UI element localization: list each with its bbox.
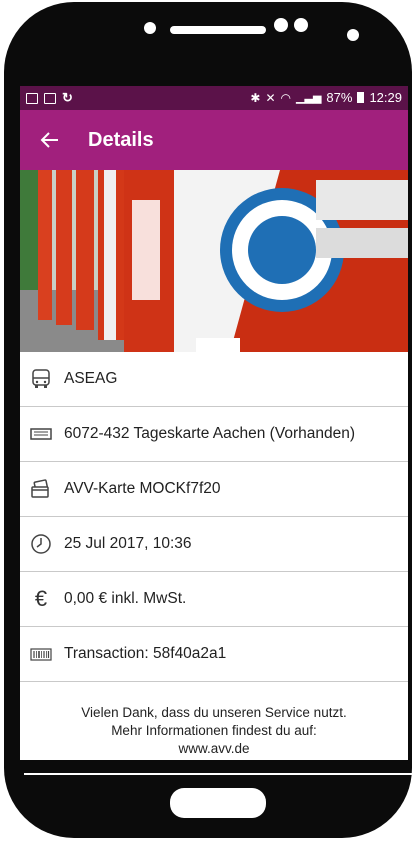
- footer-info: Mehr Informationen findest du auf:: [111, 723, 317, 738]
- clock-time: 12:29: [369, 90, 402, 105]
- footer-link[interactable]: www.avv.de: [20, 740, 408, 758]
- operator-name: ASEAG: [64, 370, 118, 387]
- back-arrow-icon[interactable]: [38, 128, 62, 152]
- wifi-icon: ◠: [280, 90, 292, 105]
- status-bar: ↻ ✱ ✕ ◠ ▁▃▅ 87% 12:29: [20, 86, 408, 110]
- home-button[interactable]: [170, 788, 266, 818]
- signal-icon: ▁▃▅: [296, 92, 322, 104]
- euro-icon: €: [34, 586, 48, 611]
- list-item: 6072-432 Tageskarte Aachen (Vorhanden): [20, 407, 408, 462]
- list-item: € 0,00 € inkl. MwSt.: [20, 572, 408, 627]
- battery-percent: 87%: [326, 90, 353, 105]
- bus-photo: [20, 170, 408, 352]
- app-screen: ↻ ✱ ✕ ◠ ▁▃▅ 87% 12:29 Details ASEAG 6072…: [20, 86, 408, 760]
- image-notification-icon: [26, 92, 38, 104]
- earpiece-speaker: [170, 26, 266, 34]
- transaction-id: Transaction: 58f40a2a1: [64, 645, 227, 662]
- ticket-name: 6072-432 Tageskarte Aachen (Vorhanden): [64, 425, 355, 442]
- bezel-line: [24, 773, 412, 775]
- sync-notification-icon: ↻: [62, 90, 73, 105]
- bluetooth-icon: ✱: [250, 90, 261, 105]
- list-item: AVV-Karte MOCKf7f20: [20, 462, 408, 517]
- app-bar: Details: [20, 110, 408, 170]
- front-camera: [274, 18, 288, 32]
- card-number: AVV-Karte MOCKf7f20: [64, 480, 221, 497]
- clock-icon: [28, 531, 54, 557]
- page-title: Details: [88, 129, 154, 151]
- footer-thanks: Vielen Dank, dass du unseren Service nut…: [81, 705, 347, 720]
- card-icon: [28, 476, 54, 502]
- purchase-date: 25 Jul 2017, 10:36: [64, 535, 192, 552]
- barcode-icon: [28, 641, 54, 667]
- list-item: 25 Jul 2017, 10:36: [20, 517, 408, 572]
- details-list: ASEAG 6072-432 Tageskarte Aachen (Vorhan…: [20, 352, 408, 682]
- sensor-dot: [144, 22, 156, 34]
- bus-icon: [28, 366, 54, 392]
- ticket-icon: [28, 421, 54, 447]
- footer-note: Vielen Dank, dass du unseren Service nut…: [20, 704, 408, 758]
- proximity-sensor: [294, 18, 308, 32]
- mail-notification-icon: [44, 92, 56, 104]
- price: 0,00 € inkl. MwSt.: [64, 590, 187, 607]
- list-item: Transaction: 58f40a2a1: [20, 627, 408, 682]
- light-sensor: [347, 29, 359, 41]
- battery-icon: [357, 92, 365, 103]
- mute-icon: ✕: [265, 90, 276, 105]
- list-item: ASEAG: [20, 352, 408, 407]
